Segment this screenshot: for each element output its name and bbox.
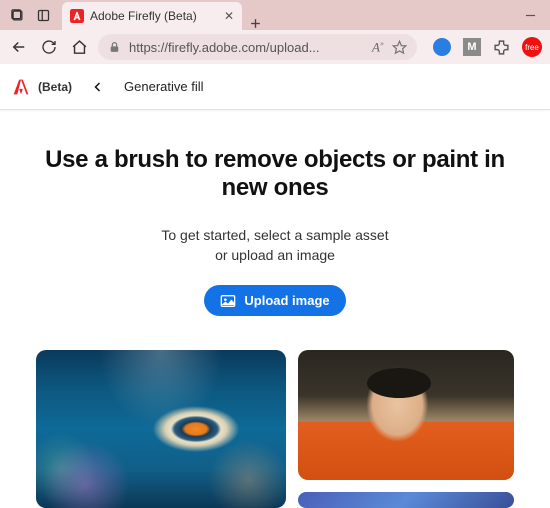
browser-toolbar: https://firefly.adobe.com/upload... A» M… bbox=[0, 30, 550, 64]
firefly-favicon bbox=[70, 9, 84, 23]
nav-refresh-button[interactable] bbox=[38, 36, 60, 58]
subtitle-line1: To get started, select a sample asset bbox=[161, 227, 388, 243]
sample-asset-underwater-fish[interactable] bbox=[36, 350, 286, 508]
nav-home-button[interactable] bbox=[68, 36, 90, 58]
app-header: (Beta) Generative fill bbox=[0, 64, 550, 110]
page-title: Use a brush to remove objects or paint i… bbox=[36, 146, 514, 202]
address-bar[interactable]: https://firefly.adobe.com/upload... A» bbox=[98, 34, 417, 60]
upload-image-button[interactable]: Upload image bbox=[204, 285, 345, 316]
window-controls bbox=[525, 10, 546, 21]
address-url: https://firefly.adobe.com/upload... bbox=[129, 40, 364, 55]
beta-label: (Beta) bbox=[38, 80, 72, 94]
tab-title: Adobe Firefly (Beta) bbox=[90, 9, 218, 23]
image-icon bbox=[220, 294, 236, 308]
extensions-icon[interactable] bbox=[493, 39, 510, 56]
favorite-icon[interactable] bbox=[392, 40, 407, 55]
sample-asset-abstract[interactable] bbox=[298, 492, 514, 508]
nav-back-button[interactable] bbox=[8, 36, 30, 58]
lock-icon bbox=[108, 41, 121, 54]
browser-titlebar: Adobe Firefly (Beta) ✕ bbox=[0, 0, 550, 30]
app-back-button[interactable] bbox=[86, 75, 110, 99]
profile-avatar[interactable]: free bbox=[522, 37, 542, 57]
main-content: Use a brush to remove objects or paint i… bbox=[0, 110, 550, 508]
tab-close-button[interactable]: ✕ bbox=[224, 9, 234, 23]
sample-assets-row bbox=[36, 350, 514, 508]
browser-tab-active[interactable]: Adobe Firefly (Beta) ✕ bbox=[62, 2, 242, 30]
app-logo-group[interactable]: (Beta) bbox=[10, 76, 72, 98]
extension-m-icon[interactable]: M bbox=[463, 38, 481, 56]
window-minimize-button[interactable] bbox=[525, 10, 536, 21]
adobe-logo-icon bbox=[10, 76, 32, 98]
workspaces-icon[interactable] bbox=[30, 2, 56, 28]
reader-mode-icon[interactable]: A» bbox=[372, 39, 384, 55]
subtitle-line2: or upload an image bbox=[215, 247, 335, 263]
new-tab-button[interactable] bbox=[242, 17, 268, 30]
toolbar-right-icons: M free bbox=[433, 37, 542, 57]
breadcrumb: Generative fill bbox=[124, 79, 203, 94]
page-subtitle: To get started, select a sample asset or… bbox=[36, 226, 514, 265]
tabstrip: Adobe Firefly (Beta) ✕ bbox=[62, 0, 268, 30]
sample-asset-portrait-cafe[interactable] bbox=[298, 350, 514, 480]
tab-actions-icon[interactable] bbox=[4, 2, 30, 28]
chat-icon[interactable] bbox=[433, 38, 451, 56]
upload-button-label: Upload image bbox=[244, 293, 329, 308]
